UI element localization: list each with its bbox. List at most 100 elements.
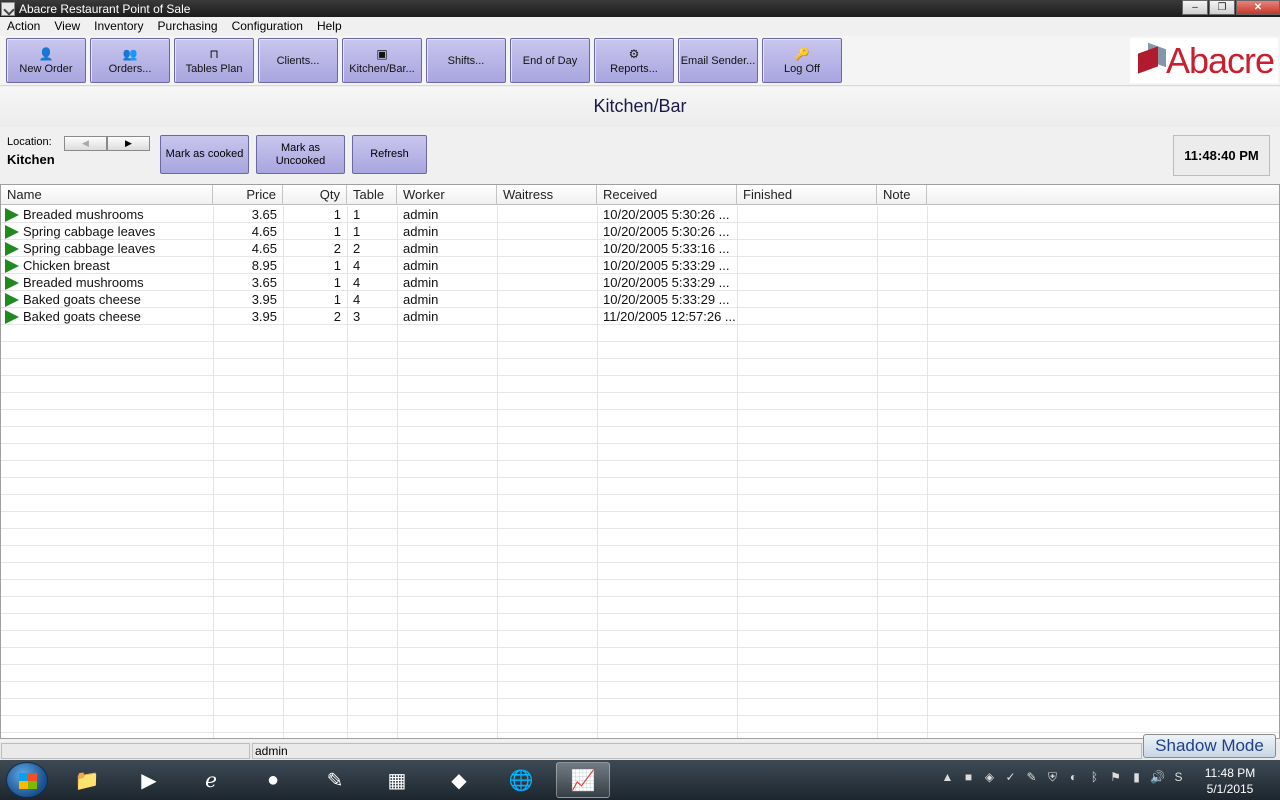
internet-explorer-icon[interactable]: ℯ <box>184 762 238 798</box>
cell-table: 4 <box>353 275 361 290</box>
column-divider <box>347 206 348 738</box>
status-pane-left <box>1 743 250 759</box>
tray-shield-icon[interactable]: ◈ <box>982 770 997 785</box>
arrow-right-icon: ▶ <box>125 138 132 148</box>
column-note[interactable]: Note <box>877 185 927 205</box>
taskbar-clock[interactable]: 11:48 PM 5/1/2015 <box>1190 765 1270 797</box>
volume-icon[interactable]: 🔊 <box>1150 770 1165 785</box>
email-sender-button[interactable]: Email Sender... <box>678 38 758 83</box>
shifts-button[interactable]: Shifts... <box>426 38 506 83</box>
grid-body: Breaded mushrooms 3.65 1 1 admin 10/20/2… <box>1 206 1279 738</box>
location-value: Kitchen <box>7 152 55 167</box>
system-tray: ▲ ■ ◈ ✓ ✎ ⛨ ◐ ᛒ ⚑ ▮ 🔊 S <box>940 770 1186 785</box>
globe-icon[interactable]: 🌐 <box>494 762 548 798</box>
table-row[interactable]: Spring cabbage leaves 4.65 1 1 admin 10/… <box>1 223 1279 240</box>
column-price[interactable]: Price <box>213 185 283 205</box>
tables-plan-button[interactable]: ⊓ Tables Plan <box>174 38 254 83</box>
cell-waitress <box>497 274 597 291</box>
notepad-icon[interactable]: ✎ <box>308 762 362 798</box>
reports-button[interactable]: ⚙ Reports... <box>594 38 674 83</box>
app-window-icon[interactable]: ▦ <box>370 762 424 798</box>
cell-price: 3.95 <box>251 309 277 324</box>
table-row[interactable]: Spring cabbage leaves 4.65 2 2 admin 10/… <box>1 240 1279 257</box>
next-location-button[interactable]: ▶ <box>107 136 150 151</box>
tray-pen-icon[interactable]: ✎ <box>1024 770 1039 785</box>
tray-antivirus-icon[interactable]: ⛨ <box>1045 770 1060 785</box>
reports-label: Reports... <box>610 62 658 75</box>
menu-action[interactable]: Action <box>0 17 47 36</box>
restore-icon[interactable]: ❐ <box>1209 0 1235 15</box>
cube-app-icon[interactable]: ◆ <box>432 762 486 798</box>
cell-finished <box>737 308 877 325</box>
media-player-icon[interactable]: ▶ <box>122 762 176 798</box>
cell-waitress <box>497 206 597 223</box>
file-explorer-icon[interactable]: 📁 <box>60 762 114 798</box>
skype-icon[interactable]: S <box>1171 770 1186 785</box>
abacre-pos-taskbar-icon[interactable]: 📈 <box>556 762 610 798</box>
cell-qty: 2 <box>333 241 341 256</box>
cell-received: 10/20/2005 5:33:16 ... <box>603 241 730 256</box>
previous-location-button[interactable]: ◀ <box>64 136 107 151</box>
table-row[interactable]: Breaded mushrooms 3.65 1 1 admin 10/20/2… <box>1 206 1279 223</box>
clients-button[interactable]: Clients... <box>258 38 338 83</box>
log-off-button[interactable]: 🔑 Log Off <box>762 38 842 83</box>
new-order-label: New Order <box>19 62 73 75</box>
email-sender-label: Email Sender... <box>680 54 756 67</box>
shifts-label: Shifts... <box>447 54 485 67</box>
tray-green-icon[interactable]: ■ <box>961 770 976 785</box>
cell-qty: 1 <box>333 258 341 273</box>
table-row[interactable]: Breaded mushrooms 3.65 1 4 admin 10/20/2… <box>1 274 1279 291</box>
table-row[interactable]: Baked goats cheese 3.95 2 3 admin 11/20/… <box>1 308 1279 325</box>
key-icon: 🔑 <box>794 46 810 61</box>
orders-button[interactable]: 👥 Orders... <box>90 38 170 83</box>
bluetooth-icon[interactable]: ᛒ <box>1087 770 1102 785</box>
cell-price: 3.65 <box>251 275 277 290</box>
menu-view[interactable]: View <box>47 17 87 36</box>
column-qty[interactable]: Qty <box>283 185 347 205</box>
orders-grid[interactable]: Name Price Qty Table Worker Waitress Rec… <box>0 184 1280 739</box>
column-worker[interactable]: Worker <box>397 185 497 205</box>
mark-as-cooked-button[interactable]: Mark as cooked <box>160 135 249 174</box>
cell-name: Breaded mushrooms <box>23 275 144 290</box>
column-finished[interactable]: Finished <box>737 185 877 205</box>
table-row[interactable]: Chicken breast 8.95 1 4 admin 10/20/2005… <box>1 257 1279 274</box>
kitchen-bar-button[interactable]: ▣ Kitchen/Bar... <box>342 38 422 83</box>
firefox-icon[interactable]: ● <box>246 762 300 798</box>
cell-worker: admin <box>403 207 439 222</box>
new-order-button[interactable]: 👤 New Order <box>6 38 86 83</box>
column-received[interactable]: Received <box>597 185 737 205</box>
minimize-icon[interactable]: – <box>1182 0 1208 15</box>
log-off-label: Log Off <box>784 62 820 75</box>
column-table[interactable]: Table <box>347 185 397 205</box>
table-row[interactable]: Baked goats cheese 3.95 1 4 admin 10/20/… <box>1 291 1279 308</box>
end-of-day-label: End of Day <box>522 54 578 67</box>
cell-note <box>877 257 927 274</box>
network-signal-icon[interactable]: ▮ <box>1129 770 1144 785</box>
column-divider <box>397 206 398 738</box>
mark-as-uncooked-button[interactable]: Mark as Uncooked <box>256 135 345 174</box>
tray-flag-icon[interactable]: ⚑ <box>1108 770 1123 785</box>
app-icon <box>1 1 15 16</box>
refresh-button[interactable]: Refresh <box>352 135 427 174</box>
tray-app-icon[interactable]: ◐ <box>1066 770 1081 785</box>
column-waitress[interactable]: Waitress <box>497 185 597 205</box>
menu-inventory[interactable]: Inventory <box>87 17 150 36</box>
orders-icon: 👥 <box>122 46 138 61</box>
cell-qty: 1 <box>333 207 341 222</box>
menu-help[interactable]: Help <box>310 17 349 36</box>
tray-arrow-icon[interactable]: ▲ <box>940 770 955 785</box>
taskbar-date: 5/1/2015 <box>1206 782 1254 796</box>
tray-check-icon[interactable]: ✓ <box>1003 770 1018 785</box>
cell-price: 4.65 <box>251 241 277 256</box>
menu-purchasing[interactable]: Purchasing <box>151 17 225 36</box>
cell-price: 4.65 <box>251 224 277 239</box>
cell-name: Spring cabbage leaves <box>23 241 156 256</box>
close-icon[interactable]: ✕ <box>1236 0 1280 15</box>
menu-configuration[interactable]: Configuration <box>225 17 310 36</box>
cell-name: Spring cabbage leaves <box>23 224 156 239</box>
column-name[interactable]: Name <box>1 185 213 205</box>
end-of-day-button[interactable]: End of Day <box>510 38 590 83</box>
shadow-mode-button[interactable]: Shadow Mode <box>1143 734 1276 758</box>
cell-worker: admin <box>403 292 439 307</box>
start-button[interactable] <box>6 762 48 798</box>
